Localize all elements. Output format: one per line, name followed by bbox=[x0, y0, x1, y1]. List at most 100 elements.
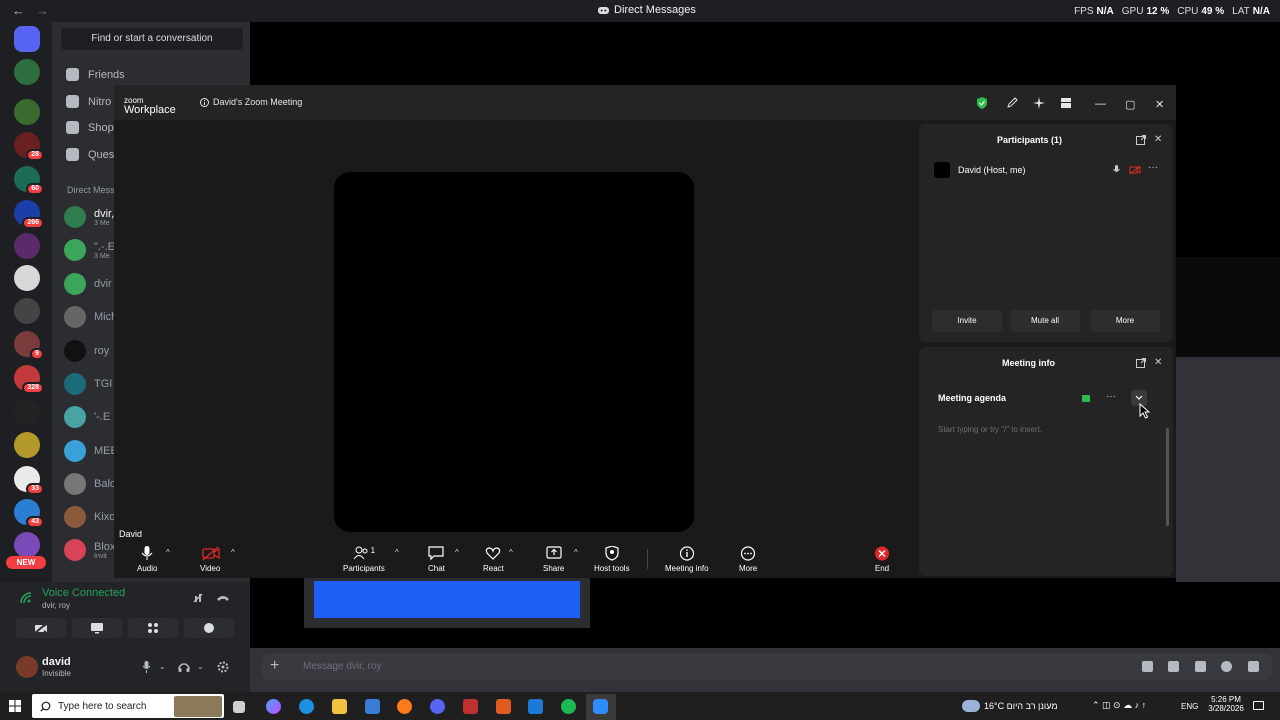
dm-item[interactable]: TGI bbox=[64, 373, 112, 395]
chevron-up-icon[interactable]: ^ bbox=[166, 548, 170, 557]
dm-item[interactable]: Kixo bbox=[64, 506, 115, 528]
gif-icon[interactable] bbox=[1168, 661, 1179, 672]
pop-out-icon[interactable] bbox=[1136, 135, 1146, 145]
server-icon[interactable] bbox=[14, 532, 40, 558]
maximize-icon[interactable]: ▢ bbox=[1125, 98, 1135, 111]
notification-icon[interactable] bbox=[1253, 701, 1264, 710]
file-explorer-icon[interactable] bbox=[332, 699, 347, 714]
nav-nitro[interactable]: Nitro bbox=[66, 95, 111, 108]
soundboard-button[interactable] bbox=[184, 618, 234, 638]
more-dots-icon[interactable]: ··· bbox=[1106, 391, 1116, 402]
camera-off-icon[interactable] bbox=[1129, 165, 1141, 175]
chevron-up-icon[interactable]: ^ bbox=[509, 548, 513, 557]
signal-icon[interactable] bbox=[20, 592, 32, 604]
copilot-icon[interactable] bbox=[266, 699, 281, 714]
server-icon[interactable]: 9 bbox=[14, 331, 44, 360]
user-name[interactable]: david bbox=[42, 656, 71, 668]
close-icon[interactable]: ✕ bbox=[1155, 98, 1164, 111]
disconnect-icon[interactable] bbox=[216, 593, 230, 603]
windows-start-icon[interactable] bbox=[9, 700, 21, 712]
attachment-image[interactable] bbox=[314, 581, 580, 618]
server-icon[interactable] bbox=[14, 298, 40, 324]
meeting-info-button[interactable]: Meeting info bbox=[665, 546, 709, 573]
more-button[interactable]: More bbox=[739, 546, 757, 573]
taskbar-search-placeholder[interactable]: Type here to search bbox=[58, 701, 146, 712]
chevron-down-icon[interactable]: ⌄ bbox=[197, 662, 204, 671]
tray-icons[interactable]: ⌃ ◫ ⊙ ☁ ♪ ↑ bbox=[1092, 700, 1146, 711]
discord-icon[interactable] bbox=[430, 699, 445, 714]
firefox-icon[interactable] bbox=[397, 699, 412, 714]
gift-icon[interactable] bbox=[1142, 661, 1153, 672]
back-arrow-icon[interactable]: ← bbox=[12, 3, 25, 18]
dm-item[interactable]: dvir, 3 Me bbox=[64, 206, 114, 228]
more-button[interactable]: More bbox=[1090, 310, 1160, 332]
weather-cloud-icon[interactable] bbox=[962, 700, 980, 712]
server-icon[interactable]: 43 bbox=[14, 499, 44, 528]
dm-item[interactable]: dvir bbox=[64, 273, 112, 295]
dm-item[interactable]: ".-.E 3 Me bbox=[64, 239, 115, 261]
sparkle-icon[interactable] bbox=[1033, 97, 1045, 109]
microphone-icon[interactable] bbox=[1113, 165, 1120, 175]
dm-item[interactable]: Balo bbox=[64, 473, 116, 495]
language-indicator[interactable]: ENG bbox=[1181, 702, 1198, 711]
noise-suppression-icon[interactable] bbox=[192, 592, 204, 604]
share-button[interactable]: Share bbox=[543, 546, 564, 573]
nav-shop[interactable]: Shop bbox=[66, 121, 114, 134]
server-icon[interactable] bbox=[14, 399, 40, 425]
nav-quests[interactable]: Quest bbox=[66, 148, 117, 161]
dm-item[interactable]: Mich bbox=[64, 306, 117, 328]
headphones-icon[interactable] bbox=[178, 661, 190, 673]
app-icon[interactable] bbox=[528, 699, 543, 714]
app-icon[interactable] bbox=[463, 699, 478, 714]
participants-button[interactable]: 1 Participants bbox=[343, 546, 385, 573]
scrollbar[interactable] bbox=[1166, 428, 1169, 526]
video-button[interactable]: Video bbox=[200, 546, 220, 573]
chevron-up-icon[interactable]: ^ bbox=[395, 548, 399, 557]
nav-friends[interactable]: Friends bbox=[66, 68, 125, 81]
store-icon[interactable] bbox=[365, 699, 380, 714]
end-button[interactable]: End bbox=[874, 546, 890, 573]
close-icon[interactable]: ✕ bbox=[1154, 357, 1162, 368]
voice-status[interactable]: Voice Connected bbox=[42, 587, 125, 599]
new-badge[interactable]: NEW bbox=[6, 556, 46, 569]
react-button[interactable]: React bbox=[483, 546, 504, 573]
dm-item[interactable]: MEE bbox=[64, 440, 118, 462]
chat-button[interactable]: Chat bbox=[428, 546, 445, 573]
weather-text[interactable]: 16°C מעונן רב היום bbox=[984, 701, 1058, 711]
dm-item[interactable]: '-.E bbox=[64, 406, 110, 428]
message-placeholder[interactable]: Message dvir, roy bbox=[303, 661, 381, 672]
emoji-icon[interactable] bbox=[1221, 661, 1232, 672]
more-dots-icon[interactable]: ··· bbox=[1148, 162, 1158, 173]
server-icon[interactable] bbox=[14, 99, 40, 125]
server-icon[interactable]: 266 bbox=[14, 200, 44, 229]
participant-name[interactable]: David (Host, me) bbox=[958, 165, 1026, 175]
home-discord-icon[interactable] bbox=[14, 26, 40, 52]
pop-out-icon[interactable] bbox=[1136, 358, 1146, 368]
minimize-icon[interactable]: — bbox=[1095, 98, 1106, 110]
camera-off-button[interactable] bbox=[16, 618, 66, 638]
mute-all-button[interactable]: Mute all bbox=[1010, 310, 1080, 332]
screen-share-button[interactable] bbox=[72, 618, 122, 638]
dm-item[interactable]: roy bbox=[64, 340, 109, 362]
chevron-up-icon[interactable]: ^ bbox=[231, 548, 235, 557]
sticker-icon[interactable] bbox=[1195, 661, 1206, 672]
audio-button[interactable]: Audio bbox=[137, 546, 157, 573]
server-icon[interactable] bbox=[14, 233, 40, 259]
task-view-icon[interactable] bbox=[233, 701, 245, 713]
participant-video-tile[interactable] bbox=[334, 172, 694, 532]
server-icon[interactable]: 33 bbox=[14, 466, 44, 495]
zoom-icon[interactable] bbox=[593, 699, 608, 714]
chevron-down-icon[interactable]: ⌄ bbox=[159, 662, 166, 671]
invite-button[interactable]: Invite bbox=[932, 310, 1002, 332]
host-tools-button[interactable]: Host tools bbox=[594, 546, 630, 573]
shield-icon[interactable] bbox=[976, 97, 988, 109]
server-icon[interactable]: 328 bbox=[14, 365, 44, 394]
server-icon[interactable] bbox=[14, 59, 40, 85]
avatar[interactable] bbox=[16, 656, 38, 678]
server-icon[interactable]: 28 bbox=[14, 132, 44, 161]
dm-search-input[interactable]: Find or start a conversation bbox=[61, 28, 243, 50]
activities-button[interactable] bbox=[128, 618, 178, 638]
dm-item[interactable]: Blox Invit bbox=[64, 539, 115, 561]
agenda-editor[interactable]: Start typing or try "/" to insert. bbox=[938, 425, 1042, 434]
app-icon[interactable] bbox=[496, 699, 511, 714]
